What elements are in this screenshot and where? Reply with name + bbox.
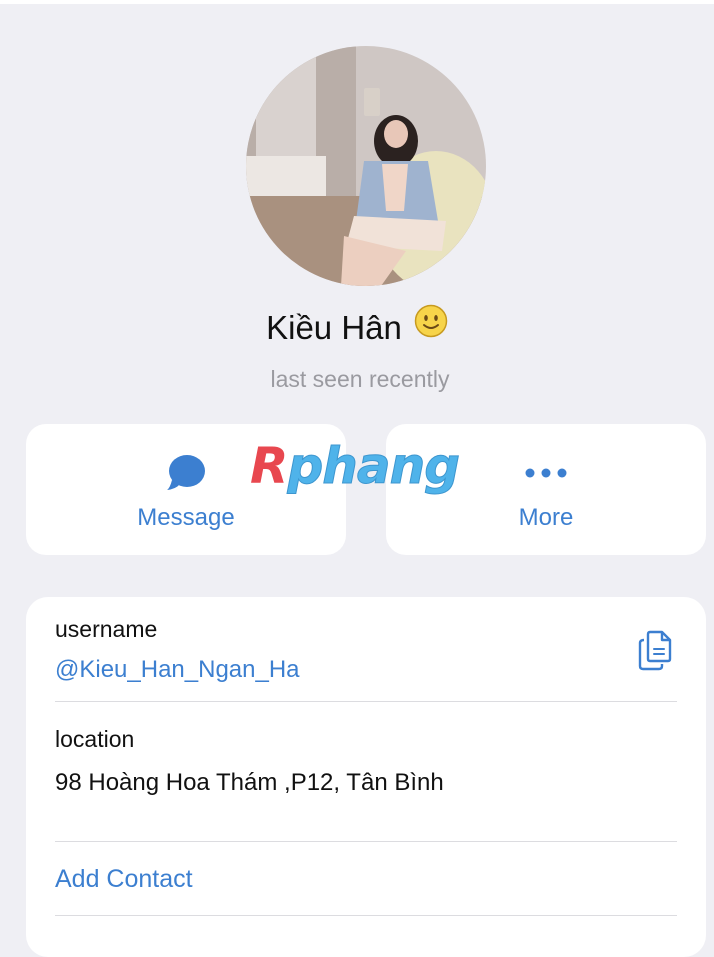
more-button[interactable]: More	[386, 424, 706, 555]
message-button[interactable]: Message	[26, 424, 346, 555]
profile-name-row: Kiều Hân	[0, 304, 714, 350]
copy-icon[interactable]	[636, 629, 676, 676]
username-title: username	[55, 616, 158, 642]
location-value[interactable]: 98 Hoàng Hoa Thám ,P12, Tân Bình	[55, 767, 444, 799]
location-title: location	[55, 726, 135, 752]
top-edge	[0, 0, 714, 4]
smiley-icon	[414, 304, 448, 349]
divider	[55, 841, 677, 842]
add-contact-button[interactable]: Add Contact	[55, 862, 193, 896]
more-label: More	[518, 504, 574, 531]
info-card: username @Kieu_Han_Ngan_Ha location 98 H…	[26, 597, 706, 957]
profile-name: Kiều Hân	[266, 309, 402, 346]
username-value[interactable]: @Kieu_Han_Ngan_Ha	[55, 654, 300, 686]
avatar[interactable]	[246, 46, 486, 286]
avatar-photo	[246, 46, 486, 286]
ellipsis-icon	[524, 454, 568, 497]
divider	[55, 915, 677, 916]
chat-bubble-icon	[166, 454, 206, 497]
last-seen-status: last seen recently	[270, 366, 450, 392]
divider	[55, 701, 677, 702]
message-label: Message	[137, 504, 235, 531]
